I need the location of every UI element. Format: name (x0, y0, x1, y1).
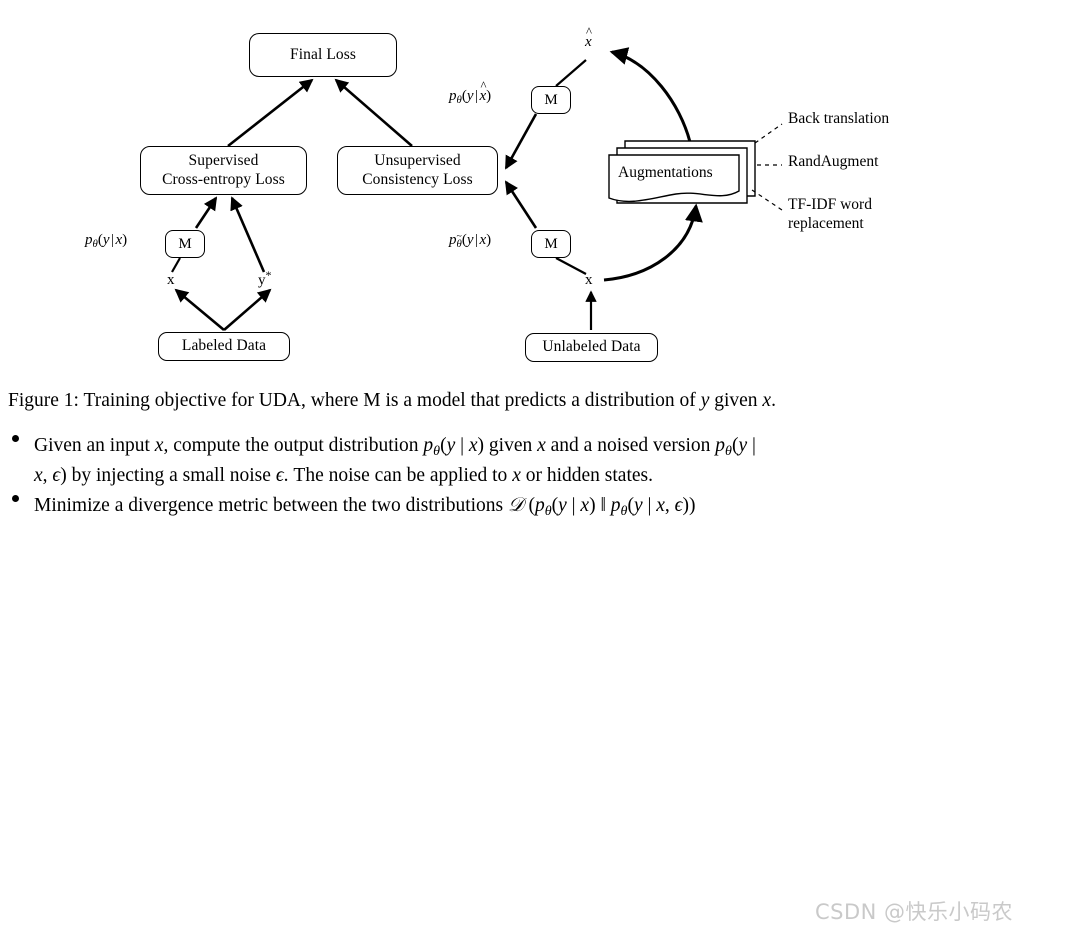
list-item: Given an input x, compute the output dis… (8, 432, 1068, 490)
edge-unsupervised-to-final (334, 78, 413, 147)
final-loss-label: Final Loss (289, 45, 357, 63)
node-labeled-data: Labeled Data (158, 332, 290, 361)
bullet-dot-icon (12, 435, 19, 443)
leader-tfidf (751, 189, 783, 211)
model-box-supervised-label: M (178, 235, 192, 252)
augmentation-method-randaugment: RandAugment (788, 153, 879, 170)
supervised-loss-label-line1: Supervised (188, 152, 259, 170)
bullet-dot-icon (12, 494, 19, 502)
node-supervised-cross-entropy-loss: Supervised Cross-entropy Loss (140, 146, 307, 195)
figure-text-block: Figure 1: Training objective for UDA, wh… (0, 380, 1073, 924)
edge-model-xhat-to-unsupervised (504, 113, 538, 170)
edge-model-xhat-stub (555, 59, 587, 87)
bullet-text-2: Minimize a divergence metric between the… (34, 494, 696, 519)
augmentation-method-tfidf-line1: TF-IDF word (788, 196, 872, 213)
model-box-x-label: M (544, 235, 558, 252)
augmentations-label: Augmentations (618, 164, 713, 181)
model-box-xhat: M (531, 86, 571, 114)
edge-supervised-to-final (227, 78, 314, 148)
labeled-data-label: Labeled Data (181, 337, 267, 355)
leader-back-translation (754, 123, 783, 144)
edge-model-to-supervised (194, 196, 218, 229)
node-unsupervised-consistency-loss: Unsupervised Consistency Loss (337, 146, 498, 195)
supervised-loss-label-line2: Cross-entropy Loss (162, 170, 285, 188)
edge-labeled-to-ystar (223, 288, 272, 331)
edge-labeled-to-x (174, 288, 225, 331)
label-x-labeled: x (167, 272, 175, 288)
unsupervised-loss-label-line2: Consistency Loss (362, 170, 473, 188)
unsupervised-loss-label-line1: Unsupervised (374, 152, 461, 170)
edge-augmentations-to-xhat (609, 47, 692, 143)
label-p-thetatilde-y-given-x: pθ ~ (y | x) (449, 231, 492, 251)
label-x-hat: x ^ (585, 25, 592, 50)
model-box-supervised: M (165, 230, 205, 258)
edge-model-left-stub (171, 257, 181, 273)
figure-diagram: Final Loss Supervised Cross-entropy Loss… (0, 0, 1073, 380)
edge-model-x-stub (555, 257, 587, 275)
node-unlabeled-data: Unlabeled Data (525, 333, 658, 362)
figure-caption: Figure 1: Training objective for UDA, wh… (8, 390, 776, 411)
bullet-list: Given an input x, compute the output dis… (8, 432, 1068, 523)
list-item: Minimize a divergence metric between the… (8, 492, 1068, 522)
bullet-text-1: Given an input x, compute the output dis… (34, 435, 756, 486)
edge-x-to-augmentations (603, 203, 703, 282)
edge-model-x-to-unsupervised (504, 180, 538, 229)
label-p-theta-y-given-xhat: pθ(y | x ^) (449, 79, 492, 107)
node-final-loss: Final Loss (249, 33, 397, 77)
label-x-unlabeled: x (585, 272, 593, 288)
unlabeled-data-label: Unlabeled Data (542, 338, 641, 356)
augmentation-method-tfidf-line2: replacement (788, 215, 864, 233)
augmentation-method-back-translation: Back translation (788, 110, 890, 127)
edge-ystar-to-supervised (230, 196, 266, 273)
augmentation-method-tfidf: TF-IDF word replacement (788, 195, 872, 234)
watermark: CSDN @快乐小码农 (815, 900, 1014, 924)
model-box-x-unlabeled: M (531, 230, 571, 258)
label-p-theta-y-given-x: pθ(y | x) (85, 232, 128, 251)
model-box-xhat-label: M (544, 91, 558, 108)
label-y-star: y* (258, 268, 272, 289)
